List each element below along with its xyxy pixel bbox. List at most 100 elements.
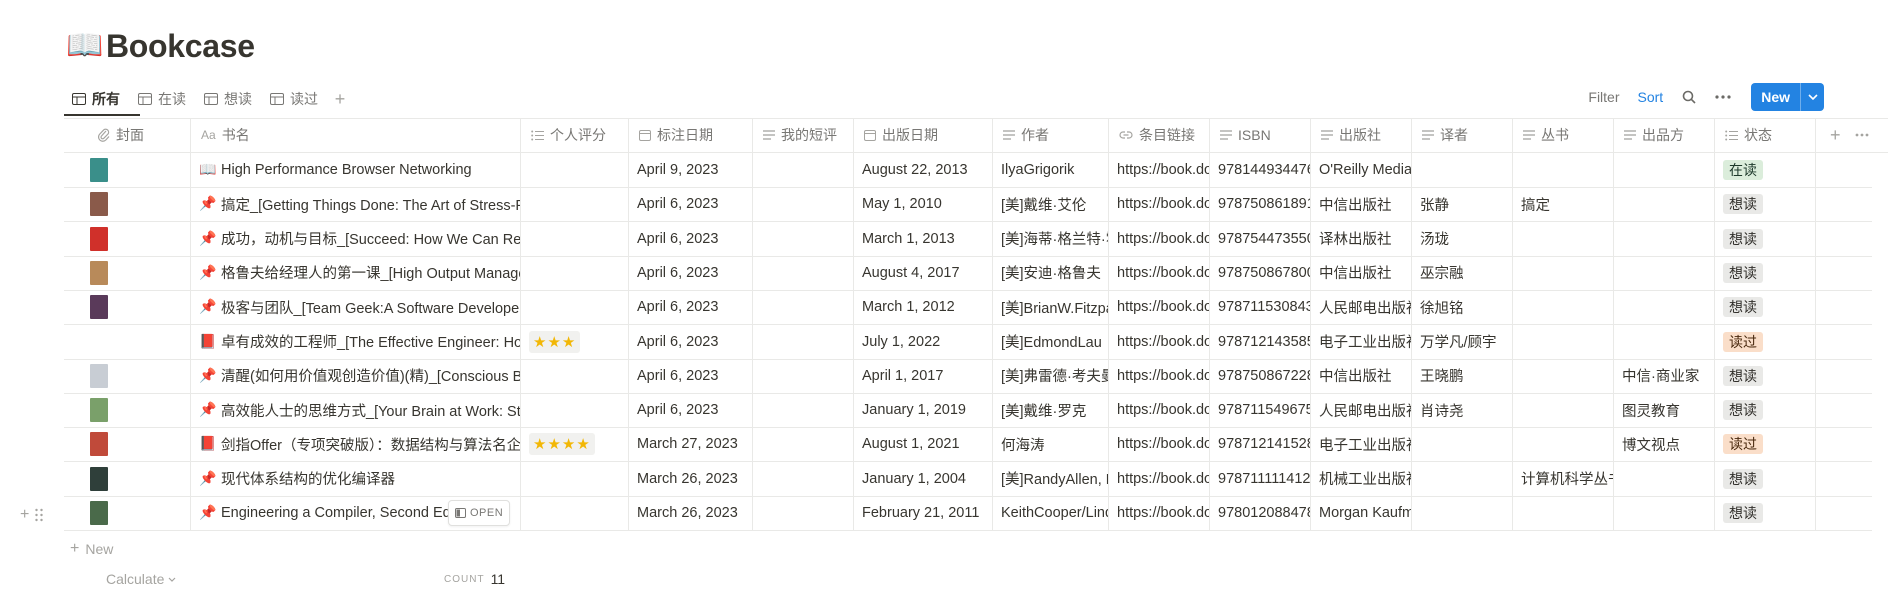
cell-series[interactable] [1513, 255, 1614, 290]
cell-rating[interactable] [521, 290, 629, 325]
cell-mark-date[interactable]: March 27, 2023 [629, 427, 753, 462]
add-column-icon[interactable]: + [1830, 125, 1841, 146]
column-header-pub-date[interactable]: 出版日期 [854, 118, 993, 152]
cell-title[interactable]: 📌 搞定_[Getting Things Done: The Art of Str… [191, 187, 521, 222]
cell-series[interactable] [1513, 290, 1614, 325]
cell-isbn[interactable]: 9787115496751 [1210, 393, 1311, 428]
cell-rating[interactable] [521, 393, 629, 428]
cell-link[interactable]: https://book.douban.com [1109, 358, 1210, 393]
cell-author[interactable]: [美]BrianW.Fitzpatrick [993, 290, 1109, 325]
cell-translator[interactable] [1412, 461, 1513, 496]
cell-review[interactable] [753, 358, 854, 393]
cell-series[interactable]: 搞定 [1513, 187, 1614, 222]
cell-pub-date[interactable]: April 1, 2017 [854, 358, 993, 393]
cell-link[interactable]: https://book.douban.com [1109, 393, 1210, 428]
cell-pub-date[interactable]: January 1, 2019 [854, 393, 993, 428]
cell-publisher[interactable]: Morgan Kaufmann [1311, 496, 1412, 530]
cell-author[interactable]: 何海涛 [993, 427, 1109, 462]
cell-mark-date[interactable]: April 6, 2023 [629, 255, 753, 290]
cell-title[interactable]: 📕剑指Offer（专项突破版）：数据结构与算法名企面试题精讲 [191, 427, 521, 462]
cell-publisher[interactable]: 人民邮电出版社 [1311, 393, 1412, 428]
cell-mark-date[interactable]: April 9, 2023 [629, 153, 753, 187]
cell-author[interactable]: IlyaGrigorik [993, 153, 1109, 187]
cell-status[interactable]: 想读 [1715, 255, 1816, 290]
table-row[interactable]: 📌格鲁夫给经理人的第一课_[High Output Management] Apr… [64, 255, 1872, 291]
cell-producer[interactable] [1614, 290, 1715, 325]
cell-translator[interactable]: 万学凡/顾宇 [1412, 324, 1513, 359]
table-row[interactable]: 📌 搞定_[Getting Things Done: The Art of Str… [64, 187, 1872, 223]
cell-mark-date[interactable]: April 6, 2023 [629, 221, 753, 256]
cell-translator[interactable]: 汤珑 [1412, 221, 1513, 256]
cell-isbn[interactable]: 9781449344764 [1210, 153, 1311, 187]
cell-rating[interactable] [521, 496, 629, 530]
cell-publisher[interactable]: 机械工业出版社 [1311, 461, 1412, 496]
cell-isbn[interactable]: 9780120884780 [1210, 496, 1311, 530]
table-row[interactable]: 📌清醒(如何用价值观创造价值)(精)_[Conscious Business] A… [64, 358, 1872, 394]
cell-link[interactable]: https://book.douban.com [1109, 461, 1210, 496]
cell-producer[interactable]: 图灵教育 [1614, 393, 1715, 428]
cell-isbn[interactable]: 9787508678009 [1210, 255, 1311, 290]
cell-title[interactable]: 📌清醒(如何用价值观创造价值)(精)_[Conscious Business] [191, 358, 521, 393]
cell-pub-date[interactable]: February 21, 2011 [854, 496, 993, 530]
tab-reading[interactable]: 在读 [130, 84, 194, 114]
cell-rating[interactable] [521, 461, 629, 496]
table-row[interactable]: 📌极客与团队_[Team Geek:A Software Developer's… [64, 290, 1872, 326]
cell-cover[interactable] [64, 187, 191, 222]
cell-rating[interactable] [521, 187, 629, 222]
table-row[interactable]: 📌高效能人士的思维方式_[Your Brain at Work: Strateg… [64, 393, 1872, 429]
cell-title[interactable]: 📌 现代体系结构的优化编译器 [191, 461, 521, 496]
cell-status[interactable]: 想读 [1715, 290, 1816, 325]
cell-translator[interactable]: 王晓鹏 [1412, 358, 1513, 393]
cell-author[interactable]: [美]RandyAllen, KenKennedy [993, 461, 1109, 496]
cell-review[interactable] [753, 290, 854, 325]
page-title[interactable]: Bookcase [106, 28, 255, 65]
cell-title[interactable]: 📌极客与团队_[Team Geek:A Software Developer's… [191, 290, 521, 325]
cell-producer[interactable] [1614, 187, 1715, 222]
column-header-status[interactable]: 状态 [1715, 118, 1816, 152]
cell-rating[interactable] [521, 255, 629, 290]
cell-status[interactable]: 想读 [1715, 358, 1816, 393]
cell-isbn[interactable]: 9787111114123 [1210, 461, 1311, 496]
cell-cover[interactable] [64, 324, 191, 359]
column-header-translator[interactable]: 译者 [1412, 118, 1513, 152]
cell-status[interactable]: 想读 [1715, 393, 1816, 428]
cell-series[interactable] [1513, 427, 1614, 462]
cell-author[interactable]: [美]弗雷德·考夫曼 [993, 358, 1109, 393]
cell-pub-date[interactable]: January 1, 2004 [854, 461, 993, 496]
column-header-cover[interactable]: 封面 [64, 118, 191, 152]
cell-link[interactable]: https://book.douban.com [1109, 221, 1210, 256]
cell-title[interactable]: 📕卓有成效的工程师_[The Effective Engineer: How t… [191, 324, 521, 359]
cell-status[interactable]: 读过 [1715, 427, 1816, 462]
cell-mark-date[interactable]: April 6, 2023 [629, 187, 753, 222]
cell-link[interactable]: https://book.douban.com [1109, 153, 1210, 187]
column-header-publisher[interactable]: 出版社 [1311, 118, 1412, 152]
cell-cover[interactable] [64, 461, 191, 496]
cell-review[interactable] [753, 187, 854, 222]
table-row[interactable]: 📌 Engineering a Compiler, Second Edition O… [64, 496, 1872, 531]
cell-translator[interactable]: 肖诗尧 [1412, 393, 1513, 428]
cell-series[interactable] [1513, 358, 1614, 393]
cell-series[interactable] [1513, 221, 1614, 256]
cell-link[interactable]: https://book.douban.com [1109, 255, 1210, 290]
cell-isbn[interactable]: 9787508672281 [1210, 358, 1311, 393]
cell-series[interactable]: 计算机科学丛书 [1513, 461, 1614, 496]
cell-review[interactable] [753, 255, 854, 290]
column-header-author[interactable]: 作者 [993, 118, 1109, 152]
cell-cover[interactable] [64, 358, 191, 393]
cell-producer[interactable] [1614, 461, 1715, 496]
cell-mark-date[interactable]: April 6, 2023 [629, 358, 753, 393]
cell-author[interactable]: KeithCooper/LindaTorczon [993, 496, 1109, 530]
cell-series[interactable] [1513, 496, 1614, 530]
more-options-icon[interactable] [1855, 133, 1869, 137]
cell-publisher[interactable]: 中信出版社 [1311, 255, 1412, 290]
cell-title[interactable]: 📖 High Performance Browser Networking [191, 153, 521, 187]
cell-link[interactable]: https://book.douban.com [1109, 496, 1210, 530]
cell-mark-date[interactable]: March 26, 2023 [629, 461, 753, 496]
open-button[interactable]: OPEN [448, 500, 511, 526]
cell-mark-date[interactable]: April 6, 2023 [629, 324, 753, 359]
cell-isbn[interactable]: 9787115308436 [1210, 290, 1311, 325]
cell-translator[interactable]: 张静 [1412, 187, 1513, 222]
cell-title[interactable]: 📌成功，动机与目标_[Succeed: How We Can Reach Our… [191, 221, 521, 256]
cell-pub-date[interactable]: August 1, 2021 [854, 427, 993, 462]
cell-isbn[interactable]: 9787121435850 [1210, 324, 1311, 359]
